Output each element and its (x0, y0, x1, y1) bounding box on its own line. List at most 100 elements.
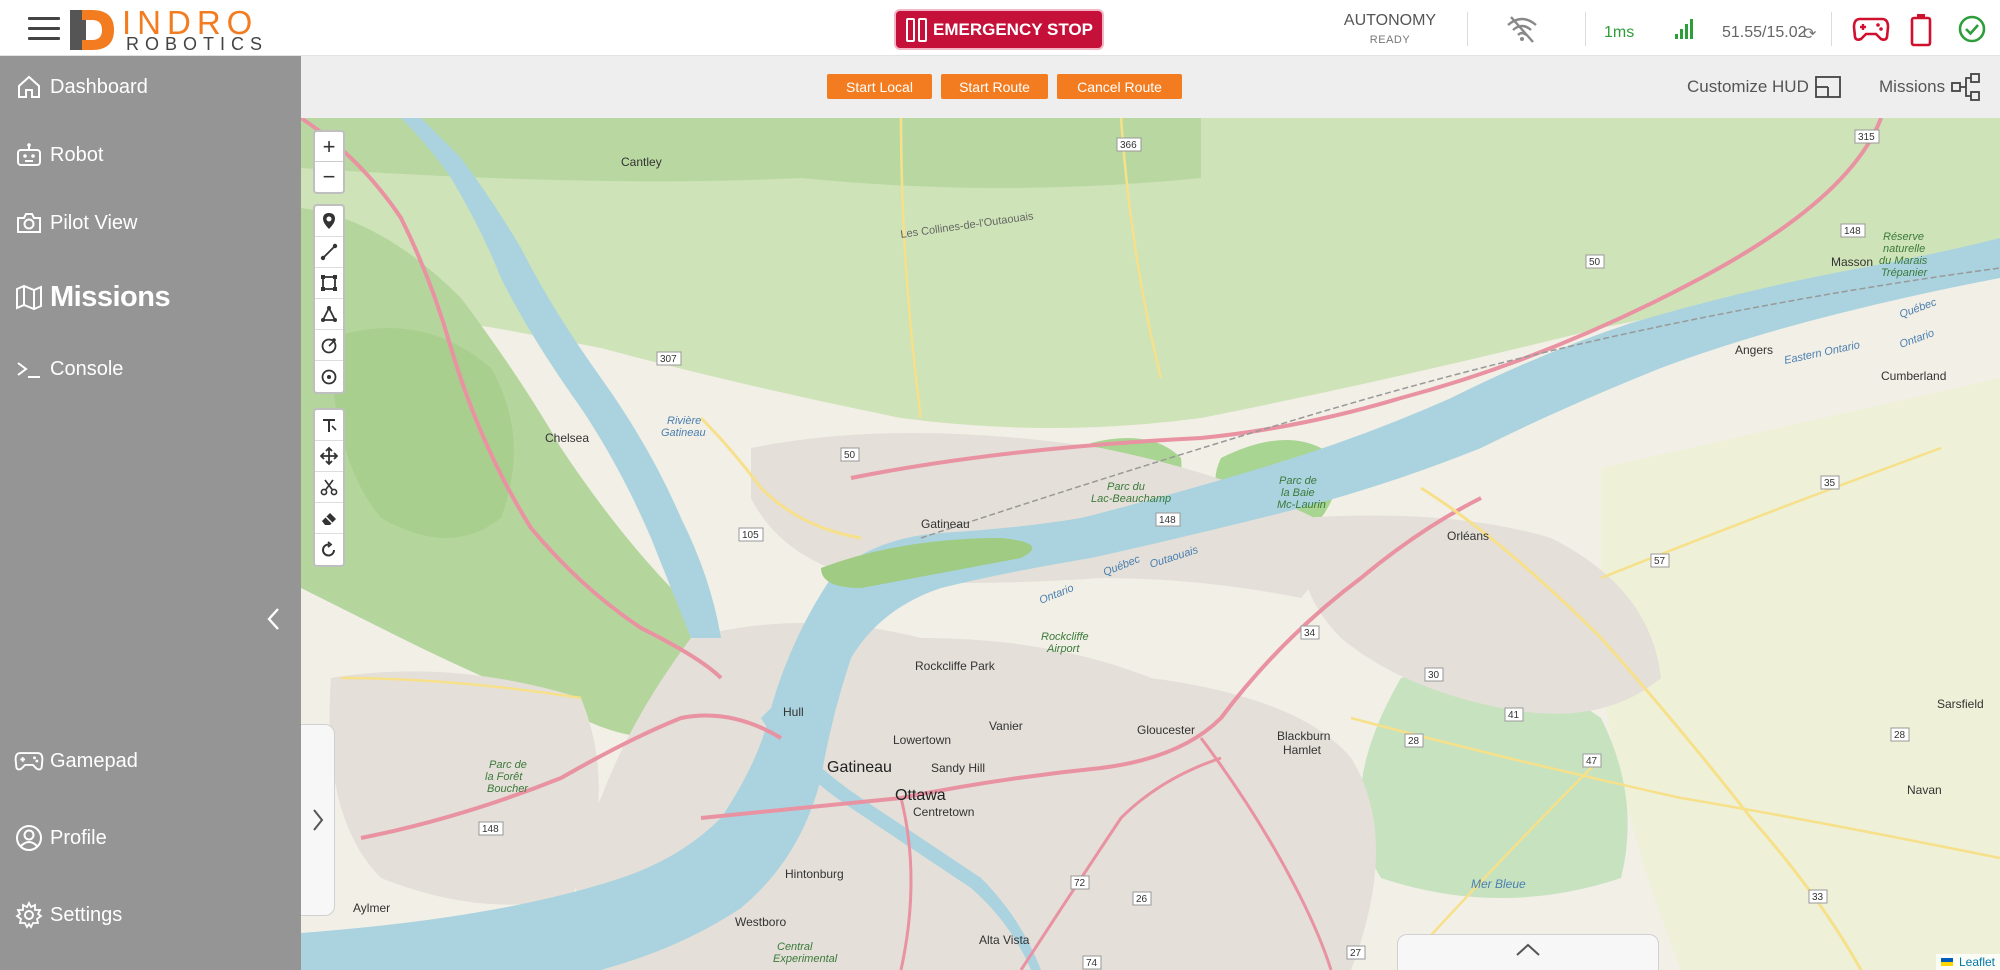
svg-text:la Forêt: la Forêt (485, 771, 523, 783)
sidebar-item-console[interactable]: Console (0, 346, 301, 392)
latency-value: 1ms (1604, 24, 1635, 41)
text-tool-icon[interactable] (315, 410, 343, 441)
svg-text:307: 307 (660, 354, 677, 365)
zoom-in-button[interactable]: + (315, 132, 343, 162)
svg-text:du Marais: du Marais (1879, 255, 1928, 267)
chevron-right-icon (312, 809, 323, 831)
svg-text:Sarsfield: Sarsfield (1937, 697, 1984, 711)
svg-text:Masson: Masson (1831, 255, 1873, 269)
divider (1831, 12, 1832, 46)
svg-text:Hamlet: Hamlet (1283, 743, 1322, 757)
battery-voltage-value: 51.55/15.02 (1722, 24, 1807, 41)
sidebar-item-label: Robot (50, 143, 104, 166)
sidebar-item-profile[interactable]: Profile (0, 815, 301, 861)
layout-icon (1814, 76, 1841, 98)
status-ok-icon (1958, 15, 1986, 43)
cancel-route-button[interactable]: Cancel Route (1057, 74, 1182, 99)
customize-hud-label: Customize HUD (1687, 77, 1809, 96)
sidebar-item-dashboard[interactable]: Dashboard (0, 64, 301, 110)
start-local-button[interactable]: Start Local (827, 74, 932, 99)
sidebar-item-robot[interactable]: Robot (0, 132, 301, 178)
zoom-out-button[interactable]: − (315, 162, 343, 192)
svg-text:Central: Central (777, 941, 813, 953)
svg-text:72: 72 (1074, 878, 1086, 889)
svg-text:50: 50 (844, 450, 856, 461)
svg-text:33: 33 (1812, 892, 1824, 903)
map-canvas[interactable]: Cantley Chelsea Gatineau Angers Masson C… (301, 118, 2000, 970)
svg-text:Cantley: Cantley (621, 155, 662, 169)
marker-tool-icon[interactable] (315, 206, 343, 237)
svg-text:Hull: Hull (783, 705, 804, 719)
map-icon (14, 282, 44, 312)
map-view[interactable]: Cantley Chelsea Gatineau Angers Masson C… (301, 118, 2000, 970)
svg-text:26: 26 (1136, 894, 1148, 905)
svg-text:34: 34 (1304, 628, 1316, 639)
eraser-tool-icon[interactable] (315, 503, 343, 534)
start-route-button[interactable]: Start Route (941, 74, 1048, 99)
svg-text:27: 27 (1350, 948, 1362, 959)
app-root: INDRO ROBOTICS EMERGENCY STOP AUTONOMY R… (0, 0, 2000, 970)
gamepad-icon (14, 746, 44, 776)
cut-tool-icon[interactable] (315, 472, 343, 503)
svg-text:30: 30 (1428, 670, 1440, 681)
map-attribution[interactable]: Leaflet (1935, 954, 2000, 970)
sidebar-item-label: Missions (50, 280, 171, 313)
svg-text:Trépanier: Trépanier (1881, 267, 1929, 279)
svg-text:Vanier: Vanier (989, 719, 1023, 733)
customize-hud-button[interactable]: Customize HUD (1687, 74, 1841, 100)
collapse-sidebar-icon[interactable] (262, 604, 286, 634)
gamepad-status-icon[interactable] (1852, 15, 1890, 43)
sidebar-item-settings[interactable]: Settings (0, 892, 301, 938)
move-tool-icon[interactable] (315, 441, 343, 472)
user-icon (14, 823, 44, 853)
edit-toolbar (313, 408, 345, 567)
left-panel-toggle[interactable] (301, 724, 335, 916)
polygon-tool-icon[interactable] (315, 299, 343, 330)
emergency-stop-button[interactable]: EMERGENCY STOP (896, 11, 1102, 48)
svg-text:Navan: Navan (1907, 783, 1942, 797)
svg-text:57: 57 (1654, 556, 1666, 567)
menu-icon[interactable] (28, 17, 60, 41)
autonomy-label: AUTONOMY (1343, 12, 1437, 29)
sidebar-item-missions[interactable]: Missions (0, 274, 301, 320)
svg-text:Sandy Hill: Sandy Hill (931, 761, 985, 775)
svg-text:50: 50 (1589, 257, 1601, 268)
svg-text:41: 41 (1508, 710, 1520, 721)
sidebar-item-label: Profile (50, 826, 107, 849)
svg-text:Experimental: Experimental (773, 953, 838, 965)
rotate-tool-icon[interactable] (315, 534, 343, 565)
robot-icon (14, 140, 44, 170)
polyline-tool-icon[interactable] (315, 237, 343, 268)
svg-text:Mer Bleue: Mer Bleue (1471, 877, 1526, 891)
missions-button[interactable]: Missions (1879, 73, 1981, 101)
sidebar-item-gamepad[interactable]: Gamepad (0, 738, 301, 784)
svg-text:Airport: Airport (1046, 643, 1080, 655)
leaflet-link[interactable]: Leaflet (1959, 955, 1995, 969)
bottom-panel-toggle[interactable] (1397, 934, 1659, 970)
wifi-off-icon[interactable] (1505, 14, 1539, 44)
missions-label: Missions (1879, 77, 1946, 96)
circle-tool-icon[interactable] (315, 330, 343, 361)
svg-text:Réserve: Réserve (1883, 231, 1924, 243)
signal-icon (1675, 19, 1693, 39)
divider (1467, 12, 1468, 46)
svg-text:Gloucester: Gloucester (1137, 723, 1195, 737)
sidebar-item-pilot-view[interactable]: Pilot View (0, 200, 301, 246)
logo: INDRO ROBOTICS (66, 4, 286, 54)
camera-icon (14, 208, 44, 238)
svg-text:Rockcliffe Park: Rockcliffe Park (915, 659, 996, 673)
svg-text:naturelle: naturelle (1883, 243, 1925, 255)
svg-text:Gatineau: Gatineau (921, 517, 970, 531)
svg-text:Aylmer: Aylmer (353, 901, 390, 915)
sidebar-item-label: Settings (50, 903, 123, 926)
circle-marker-tool-icon[interactable] (315, 361, 343, 392)
svg-text:148: 148 (1159, 515, 1176, 526)
logo-mark-icon (70, 10, 114, 50)
zoom-control: + − (313, 130, 345, 194)
refresh-icon[interactable]: ⟳ (1803, 24, 1816, 44)
svg-text:Blackburn: Blackburn (1277, 729, 1330, 743)
rectangle-tool-icon[interactable] (315, 268, 343, 299)
draw-toolbar (313, 204, 345, 394)
svg-text:Parc de: Parc de (1279, 475, 1317, 487)
svg-text:74: 74 (1086, 958, 1098, 969)
